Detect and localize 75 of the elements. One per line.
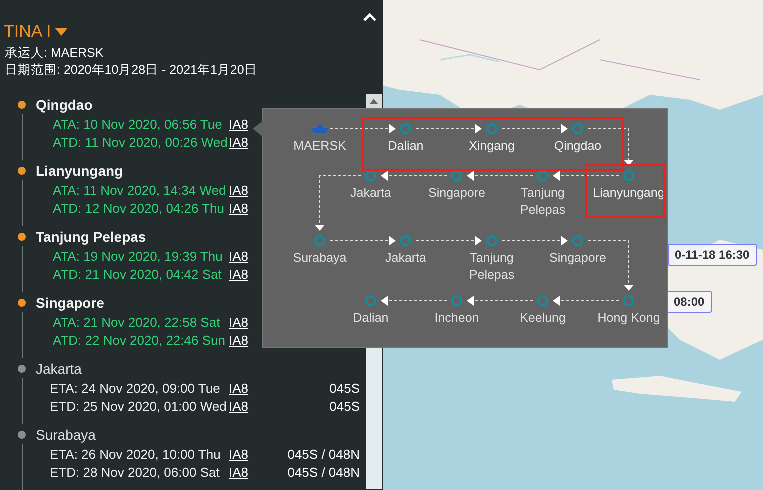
port-node-icon	[486, 235, 498, 247]
port-label: Xingang	[468, 138, 516, 155]
service-link[interactable]: IA8	[229, 249, 249, 264]
port-name: Qingdao	[36, 96, 93, 115]
port-label: Dalian	[352, 310, 390, 327]
port-node-icon	[486, 123, 498, 135]
port-label: Jakarta	[384, 250, 428, 267]
service-link[interactable]: IA8	[229, 381, 249, 396]
port-label: Hong Kong	[596, 310, 662, 327]
port-node-icon	[400, 235, 412, 247]
port-node-icon	[451, 295, 463, 307]
port-node-icon	[451, 170, 463, 182]
vessel-dropdown[interactable]: TINA I	[0, 20, 68, 44]
port-node-icon	[314, 235, 326, 247]
event-time: ATA: 21 Nov 2020, 22:58 Sat	[53, 314, 222, 332]
port-node-icon	[400, 123, 412, 135]
voyage-text: 045S	[330, 381, 360, 396]
port-label: Surabaya	[292, 250, 348, 267]
port-name: Lianyungang	[36, 162, 124, 181]
service-link[interactable]: IA8	[229, 465, 249, 480]
port-node-icon	[365, 170, 377, 182]
collapse-icon[interactable]	[363, 13, 377, 22]
port-node-icon	[537, 295, 549, 307]
event-time: ETD: 25 Nov 2020, 01:00 Wed	[50, 398, 228, 416]
carrier-text: 承运人: MAERSK	[4, 45, 105, 62]
service-link[interactable]: IA8	[229, 333, 249, 348]
event-time: ATD: 11 Nov 2020, 00:26 Wed	[53, 134, 229, 152]
port-label: Qingdao	[553, 138, 603, 155]
service-link[interactable]: IA8	[229, 315, 249, 330]
port-node-icon	[623, 295, 635, 307]
port-name: Tanjung Pelepas	[36, 228, 146, 247]
port-name: Jakarta	[36, 360, 82, 379]
service-link[interactable]: IA8	[229, 117, 249, 132]
port-label: Dalian	[387, 138, 425, 155]
event-time: ETA: 26 Nov 2020, 10:00 Thu	[50, 446, 222, 464]
event-time: ETD: 28 Nov 2020, 06:00 Sat	[50, 464, 221, 482]
service-link[interactable]: IA8	[229, 201, 249, 216]
port-node-icon	[572, 123, 584, 135]
event-time: ATA: 11 Nov 2020, 14:34 Wed	[53, 182, 228, 200]
voyage-text: 045S	[330, 399, 360, 414]
triangle-up-icon	[370, 99, 378, 104]
port-node-icon	[572, 235, 584, 247]
event-time: ATA: 10 Nov 2020, 06:56 Tue	[53, 116, 224, 134]
port-label: Singapore	[428, 185, 486, 202]
port-label: Lianyungang	[592, 185, 666, 202]
port-name: Surabaya	[36, 426, 96, 445]
service-link[interactable]: IA8	[229, 183, 249, 198]
event-time: ATD: 21 Nov 2020, 04:42 Sat	[53, 266, 223, 284]
event-time: ATD: 12 Nov 2020, 04:26 Thu	[53, 200, 226, 218]
port-node-icon	[537, 170, 549, 182]
map-marker-label[interactable]: 08:00	[667, 291, 712, 313]
port-label: Tanjung Pelepas	[468, 250, 516, 284]
port-label: Jakarta	[350, 185, 392, 202]
voyage-text: 045S / 048N	[288, 447, 360, 462]
map-marker-label[interactable]: 0-11-18 16:30	[668, 244, 757, 266]
port-label: Incheon	[434, 310, 480, 327]
service-link[interactable]: IA8	[229, 267, 249, 282]
event-time: ATA: 19 Nov 2020, 19:39 Thu	[53, 248, 224, 266]
date-range-text: 日期范围: 2020年10月28日 - 2021年1月20日	[4, 62, 258, 79]
scroll-up-button[interactable]	[366, 94, 382, 109]
port-node-icon	[623, 170, 635, 182]
service-link[interactable]: IA8	[229, 447, 249, 462]
port-label: Keelung	[519, 310, 567, 327]
caret-icon	[55, 28, 68, 36]
port-node-icon	[365, 295, 377, 307]
port-label: Tanjung Pelepas	[519, 185, 567, 219]
port-name: Singapore	[36, 294, 104, 313]
voyage-text: 045S / 048N	[288, 465, 360, 480]
service-link[interactable]: IA8	[229, 135, 249, 150]
service-link[interactable]: IA8	[229, 399, 249, 414]
port-label: MAERSK	[292, 138, 348, 155]
port-label: Singapore	[548, 250, 608, 267]
ship-icon	[311, 125, 329, 133]
event-time: ETA: 24 Nov 2020, 09:00 Tue	[50, 380, 222, 398]
event-time: ATD: 22 Nov 2020, 22:46 Sun	[53, 332, 226, 350]
